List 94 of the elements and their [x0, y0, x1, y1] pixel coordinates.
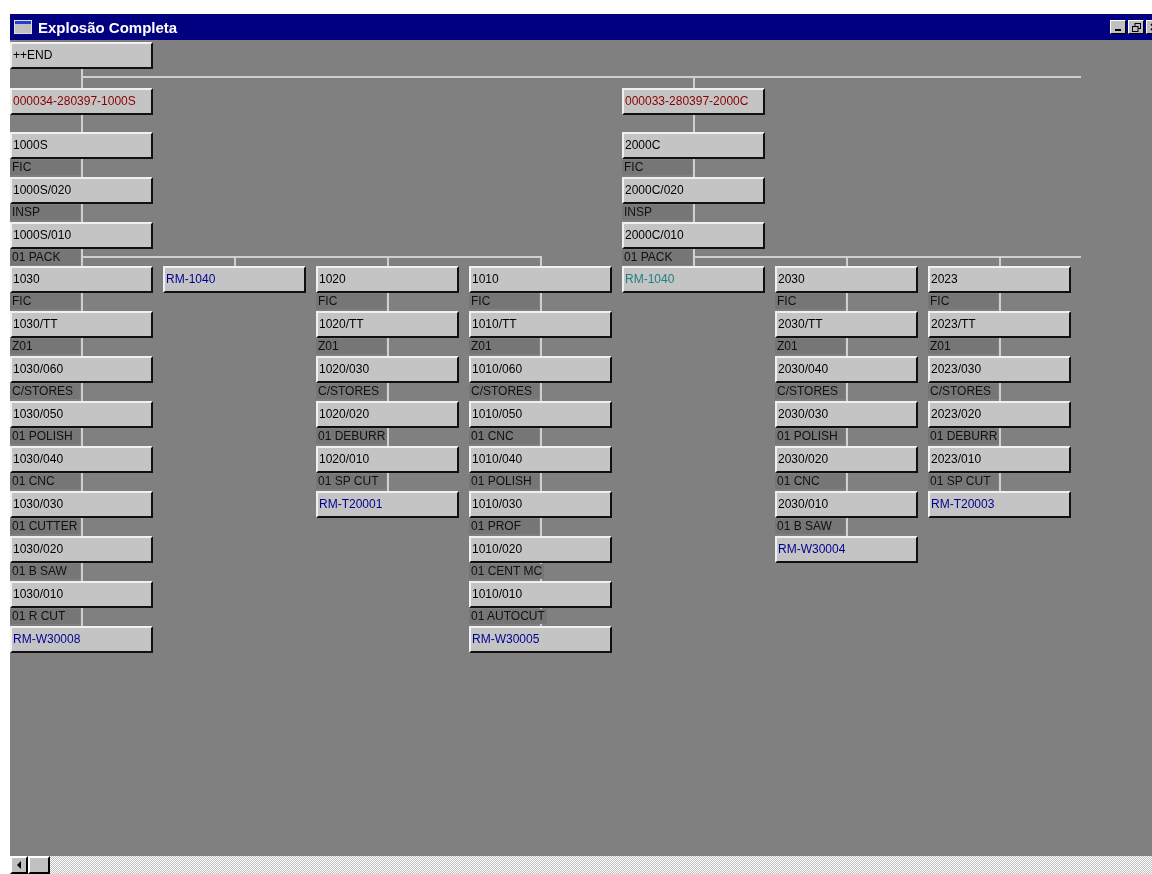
- operation-label: 01 SP CUT: [316, 474, 386, 489]
- part-node[interactable]: 1010/040: [469, 446, 612, 473]
- operation-label: 01 PROF: [469, 519, 539, 534]
- part-node[interactable]: 000033-280397-2000C: [622, 88, 765, 115]
- operation-label: 01 B SAW: [10, 564, 80, 579]
- part-node[interactable]: 1010/060: [469, 356, 612, 383]
- part-node[interactable]: 1000S/020: [10, 177, 153, 204]
- operation-label: C/STORES: [10, 384, 80, 399]
- part-node[interactable]: 1010: [469, 266, 612, 293]
- scroll-thumb[interactable]: [28, 856, 50, 874]
- part-node[interactable]: 1030/020: [10, 536, 153, 563]
- operation-label: 01 POLISH: [469, 474, 539, 489]
- operation-label: Z01: [10, 339, 80, 354]
- operation-label: 01 POLISH: [775, 429, 845, 444]
- operation-label: 01 DEBURR: [316, 429, 388, 444]
- part-node[interactable]: 2000C/010: [622, 222, 765, 249]
- part-node[interactable]: 2030: [775, 266, 918, 293]
- horizontal-scrollbar[interactable]: [10, 856, 1152, 874]
- operation-label: 01 CNC: [469, 429, 539, 444]
- part-node[interactable]: 2023/030: [928, 356, 1071, 383]
- part-node[interactable]: 1020/020: [316, 401, 459, 428]
- part-node[interactable]: 2023/TT: [928, 311, 1071, 338]
- operation-label: 01 AUTOCUT: [469, 609, 547, 624]
- part-node[interactable]: 2000C/020: [622, 177, 765, 204]
- part-node[interactable]: 1030/060: [10, 356, 153, 383]
- operation-label: FIC: [316, 294, 386, 309]
- part-node[interactable]: RM-T20003: [928, 491, 1071, 518]
- part-node[interactable]: 1020: [316, 266, 459, 293]
- part-node[interactable]: 1010/020: [469, 536, 612, 563]
- part-node[interactable]: 1020/TT: [316, 311, 459, 338]
- part-node[interactable]: RM-W30005: [469, 626, 612, 653]
- operation-label: INSP: [622, 205, 692, 220]
- part-node[interactable]: 1010/TT: [469, 311, 612, 338]
- part-node[interactable]: 1030/010: [10, 581, 153, 608]
- operation-label: 01 B SAW: [775, 519, 845, 534]
- part-node[interactable]: 1000S: [10, 132, 153, 159]
- part-node[interactable]: 2023: [928, 266, 1071, 293]
- part-node[interactable]: 1010/010: [469, 581, 612, 608]
- part-node[interactable]: 000034-280397-1000S: [10, 88, 153, 115]
- part-node[interactable]: RM-W30004: [775, 536, 918, 563]
- operation-label: C/STORES: [928, 384, 998, 399]
- part-node[interactable]: 1030/TT: [10, 311, 153, 338]
- part-node[interactable]: 1030: [10, 266, 153, 293]
- part-node[interactable]: 2030/040: [775, 356, 918, 383]
- operation-label: C/STORES: [469, 384, 539, 399]
- part-node[interactable]: 1030/040: [10, 446, 153, 473]
- left-arrow-icon: [16, 861, 22, 869]
- window-icon: [14, 20, 32, 34]
- part-node[interactable]: 1020/010: [316, 446, 459, 473]
- operation-label: 01 PACK: [10, 250, 80, 265]
- operation-label: Z01: [316, 339, 386, 354]
- part-node[interactable]: 2023/020: [928, 401, 1071, 428]
- part-node[interactable]: 1030/050: [10, 401, 153, 428]
- part-node[interactable]: RM-1040: [163, 266, 306, 293]
- operation-label: 01 CNC: [10, 474, 80, 489]
- restore-button[interactable]: [1128, 20, 1144, 34]
- restore-icon: [1131, 22, 1141, 32]
- part-node[interactable]: 2030/020: [775, 446, 918, 473]
- operation-label: 01 PACK: [622, 250, 692, 265]
- operation-label: 01 DEBURR: [928, 429, 1000, 444]
- part-node[interactable]: 2030/010: [775, 491, 918, 518]
- part-node[interactable]: RM-T20001: [316, 491, 459, 518]
- part-node[interactable]: RM-W30008: [10, 626, 153, 653]
- part-node[interactable]: 2000C: [622, 132, 765, 159]
- operation-label: 01 CUTTER: [10, 519, 80, 534]
- operation-label: FIC: [469, 294, 539, 309]
- operation-label: Z01: [928, 339, 998, 354]
- operation-label: FIC: [928, 294, 998, 309]
- operation-label: 01 SP CUT: [928, 474, 998, 489]
- operation-label: 01 CNC: [775, 474, 845, 489]
- part-node[interactable]: 1010/030: [469, 491, 612, 518]
- operation-label: FIC: [622, 160, 692, 175]
- operation-label: Z01: [775, 339, 845, 354]
- part-node[interactable]: 1030/030: [10, 491, 153, 518]
- operation-label: FIC: [10, 160, 80, 175]
- operation-label: 01 R CUT: [10, 609, 80, 624]
- operation-label: INSP: [10, 205, 80, 220]
- operation-label: C/STORES: [316, 384, 386, 399]
- operation-label: FIC: [10, 294, 80, 309]
- part-node[interactable]: 1010/050: [469, 401, 612, 428]
- operation-label: 01 CENT MC: [469, 564, 545, 579]
- operation-label: C/STORES: [775, 384, 845, 399]
- window-title: Explosão Completa: [38, 18, 179, 36]
- part-node[interactable]: ++END: [10, 42, 153, 69]
- part-node[interactable]: 2030/030: [775, 401, 918, 428]
- operation-label: FIC: [775, 294, 845, 309]
- minimize-button[interactable]: [1110, 20, 1126, 34]
- part-node[interactable]: 1020/030: [316, 356, 459, 383]
- operation-label: Z01: [469, 339, 539, 354]
- operation-label: 01 POLISH: [10, 429, 80, 444]
- scroll-left-button[interactable]: [10, 856, 28, 874]
- part-node[interactable]: 2030/TT: [775, 311, 918, 338]
- part-node[interactable]: 2023/010: [928, 446, 1071, 473]
- part-node[interactable]: 1000S/010: [10, 222, 153, 249]
